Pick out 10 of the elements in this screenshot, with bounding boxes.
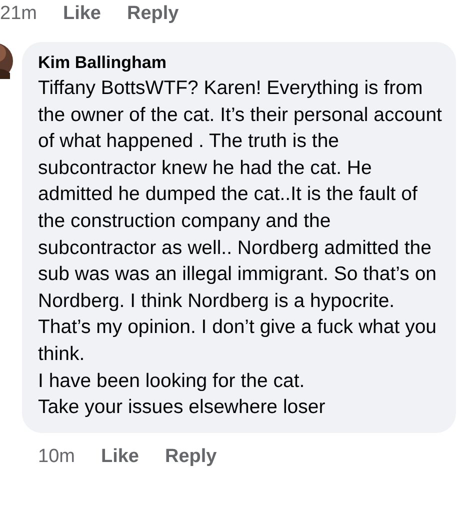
comment-time: 10m [38,444,75,469]
comment-time: 21m [0,2,37,26]
comment-text: Take your issues elsewhere loser [38,395,326,420]
like-link[interactable]: Like [62,2,101,26]
comment-text: I have been looking for the cat. [38,368,306,394]
reply-link[interactable]: Reply [165,444,217,469]
reply-link[interactable]: Reply [127,2,179,26]
like-link[interactable]: Like [100,444,139,469]
comment-text: Tiffany BottsWTF? Karen! Everything is from the owner of the cat. It’s their personal account of what happened . The truth is the subcontractor knew he had the cat. He admitted he dumped the cat..It is the fault of the construction company and the subcontractor as well.. Nordberg admitted the sub was was an illegal immigrant. So that’s on Nordberg. I think Nordberg is a hypocrite. That’s my opinion. I don’t give a fuck what you think. [38,76,443,367]
author-name[interactable]: Kim Ballingham [38,51,446,75]
